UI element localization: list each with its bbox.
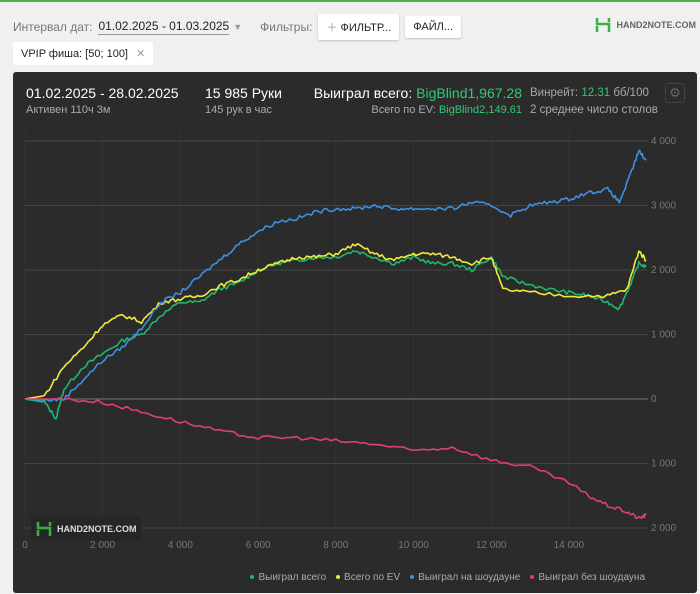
legend-label: Выиграл без шоудауна <box>538 572 645 583</box>
y-tick-label: 2 000 <box>651 523 676 534</box>
legend-dot <box>410 575 415 580</box>
x-tick-label: 10 000 <box>398 540 429 551</box>
filters-label: Фильтры: <box>260 20 313 34</box>
y-tick-label: 0 <box>651 394 657 405</box>
watermark-text: HAND2NOTE.COM <box>57 524 137 534</box>
x-tick-label: 14 000 <box>554 540 585 551</box>
y-tick-label: 1 000 <box>651 330 676 341</box>
legend-label: Всего по EV <box>344 572 401 583</box>
x-tick-label: 12 000 <box>476 540 507 551</box>
date-label: Интервал дат: <box>13 20 93 34</box>
add-filter-label: ФИЛЬТР... <box>340 22 392 34</box>
y-tick-label: 2 000 <box>651 265 676 276</box>
plus-icon: ＋ <box>326 22 341 34</box>
legend: Выиграл всего Всего по EV Выиграл на шоу… <box>250 572 645 583</box>
logo: HAND2NOTE.COM <box>594 16 696 34</box>
legend-item-won[interactable]: Выиграл всего <box>250 572 326 583</box>
legend-item-ev[interactable]: Всего по EV <box>336 572 400 583</box>
logo-icon <box>596 18 611 32</box>
legend-item-showdown[interactable]: Выиграл на шоудауне <box>410 572 520 583</box>
x-tick-label: 8 000 <box>323 540 348 551</box>
y-tick-label: 4 000 <box>651 136 676 147</box>
x-tick-label: 6 000 <box>246 540 271 551</box>
watermark: HAND2NOTE.COM <box>31 517 141 541</box>
legend-label: Выиграл на шоудауне <box>418 572 521 583</box>
chevron-down-icon[interactable]: ▼ <box>233 22 242 32</box>
filter-chip-label: VPIP фиша: [50; 100] <box>21 48 128 60</box>
graph-panel: 01.02.2025 - 28.02.2025 Активен 110ч 3м … <box>13 72 697 593</box>
legend-label: Выиграл всего <box>258 572 327 583</box>
y-tick-label: 3 000 <box>651 201 676 212</box>
date-range-select[interactable]: 01.02.2025 - 01.03.2025 <box>98 19 230 35</box>
chart: 0 2 000 4 000 6 000 8 000 10 000 12 000 14 000 4… <box>22 131 676 551</box>
x-tick-label: 4 000 <box>168 540 193 551</box>
y-tick-label: 1 000 <box>651 459 676 470</box>
file-button[interactable]: ФАЙЛ... <box>405 16 462 38</box>
close-icon[interactable]: ✕ <box>136 48 145 60</box>
watermark-logo-icon <box>36 522 52 536</box>
add-filter-button[interactable]: ＋ ФИЛЬТР... <box>318 14 400 40</box>
legend-dot <box>250 575 255 580</box>
legend-dot <box>336 575 341 580</box>
filter-chip[interactable]: VPIP фиша: [50; 100] ✕ <box>13 42 154 65</box>
logo-text: HAND2NOTE.COM <box>616 20 696 30</box>
legend-item-non-showdown[interactable]: Выиграл без шоудауна <box>530 572 645 583</box>
legend-dot <box>530 575 535 580</box>
x-tick-label: 2 000 <box>90 540 115 551</box>
x-tick-label: 0 <box>22 540 28 551</box>
